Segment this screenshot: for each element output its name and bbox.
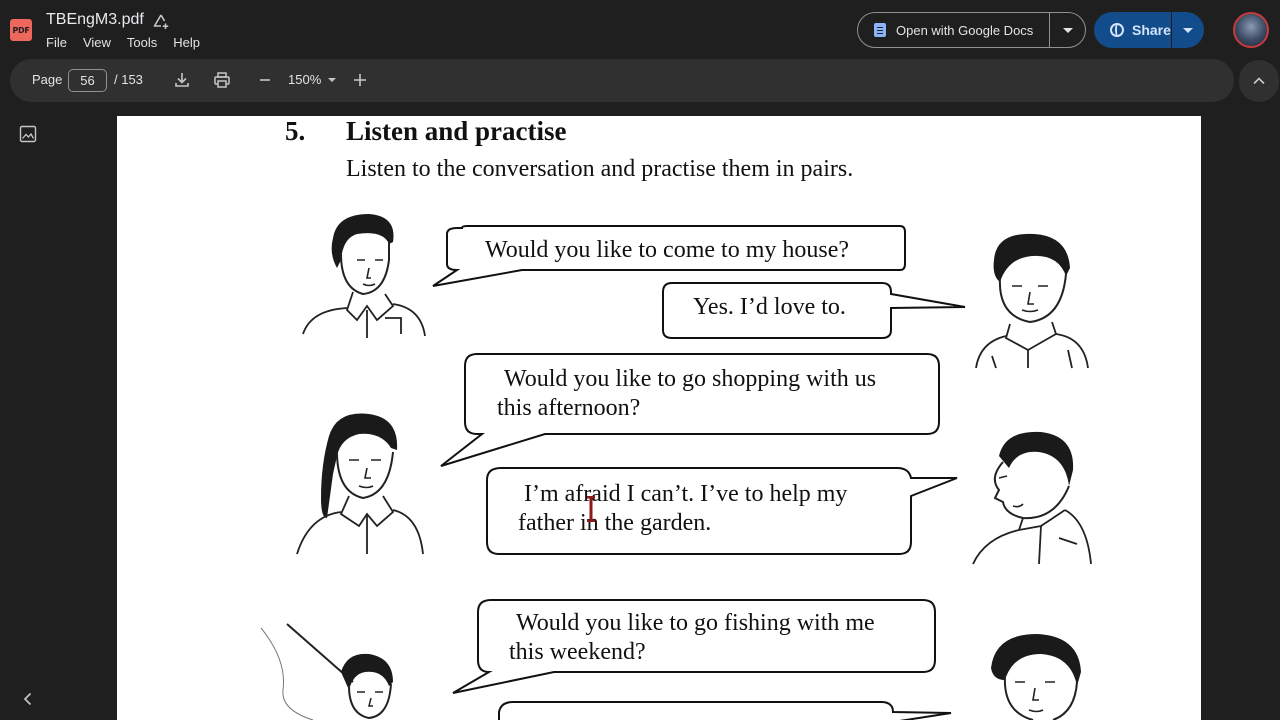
page-number-input[interactable] [68,69,107,92]
bubble-1-text: Would you like to come to my house? [485,237,850,263]
bubble-6-outline [498,701,952,720]
open-with-label: Open with Google Docs [896,22,1034,38]
bubble-3-line-2: this afternoon? [497,395,641,421]
menu-bar: File View Tools Help [46,35,200,50]
boy-illustration-2 [975,233,1089,369]
caret-down-icon [1183,27,1193,33]
boy-illustration-3 [972,431,1092,565]
share-label: Share [1132,22,1171,38]
app-bar: PDF TBEngM3.pdf File View Tools Help Ope… [0,0,1280,58]
bubble-2-text: Yes. I’d love to. [693,294,846,320]
open-with-dropdown[interactable] [1050,13,1085,47]
open-with-button[interactable]: Open with Google Docs [858,13,1051,47]
fishing-boy-illustration [260,623,393,720]
print-icon[interactable] [212,70,232,90]
menu-file[interactable]: File [46,35,67,50]
boy-illustration-4 [991,634,1081,720]
page-label: Page [32,72,63,87]
menu-help[interactable]: Help [173,35,200,50]
page-total: / 153 [114,72,143,87]
document-title[interactable]: TBEngM3.pdf [46,11,144,29]
share-button[interactable]: Share [1094,12,1172,48]
zoom-level[interactable]: 150% [288,72,321,87]
boy-illustration-1 [302,214,426,338]
image-icon[interactable] [19,125,37,143]
account-avatar[interactable] [1233,12,1269,48]
caret-down-icon [1062,27,1073,33]
collapse-toolbar-button[interactable] [1239,60,1279,102]
bubble-4-line-2: father in the garden. [518,510,712,536]
pdf-page: 5. Listen and practise Listen to the con… [117,116,1201,720]
share-dropdown[interactable] [1172,12,1204,48]
pdf-toolbar: Page / 153 150% [10,59,1234,102]
chevron-up-icon [1253,77,1265,85]
drive-add-icon[interactable] [152,13,170,31]
bubble-5-line-1: Would you like to go fishing with me [516,610,875,636]
share-button-group: Share [1094,12,1204,48]
girl-illustration [296,413,424,555]
open-with-google-docs: Open with Google Docs [857,12,1086,48]
zoom-caret-icon[interactable] [328,78,336,82]
bubble-4-line-1: I’m afraid I can’t. I’ve to help my [524,481,848,507]
menu-view[interactable]: View [83,35,111,50]
download-icon[interactable] [172,70,192,90]
menu-tools[interactable]: Tools [127,35,157,50]
text-cursor-icon [587,496,595,522]
globe-icon [1110,23,1124,37]
google-docs-icon [874,23,886,37]
plus-icon[interactable] [350,70,370,90]
minus-icon[interactable] [255,70,275,90]
bubble-5-line-2: this weekend? [509,639,646,665]
chevron-left-icon[interactable] [17,688,39,710]
bubble-3-line-1: Would you like to go shopping with us [504,366,877,392]
pdf-file-icon: PDF [10,19,32,41]
